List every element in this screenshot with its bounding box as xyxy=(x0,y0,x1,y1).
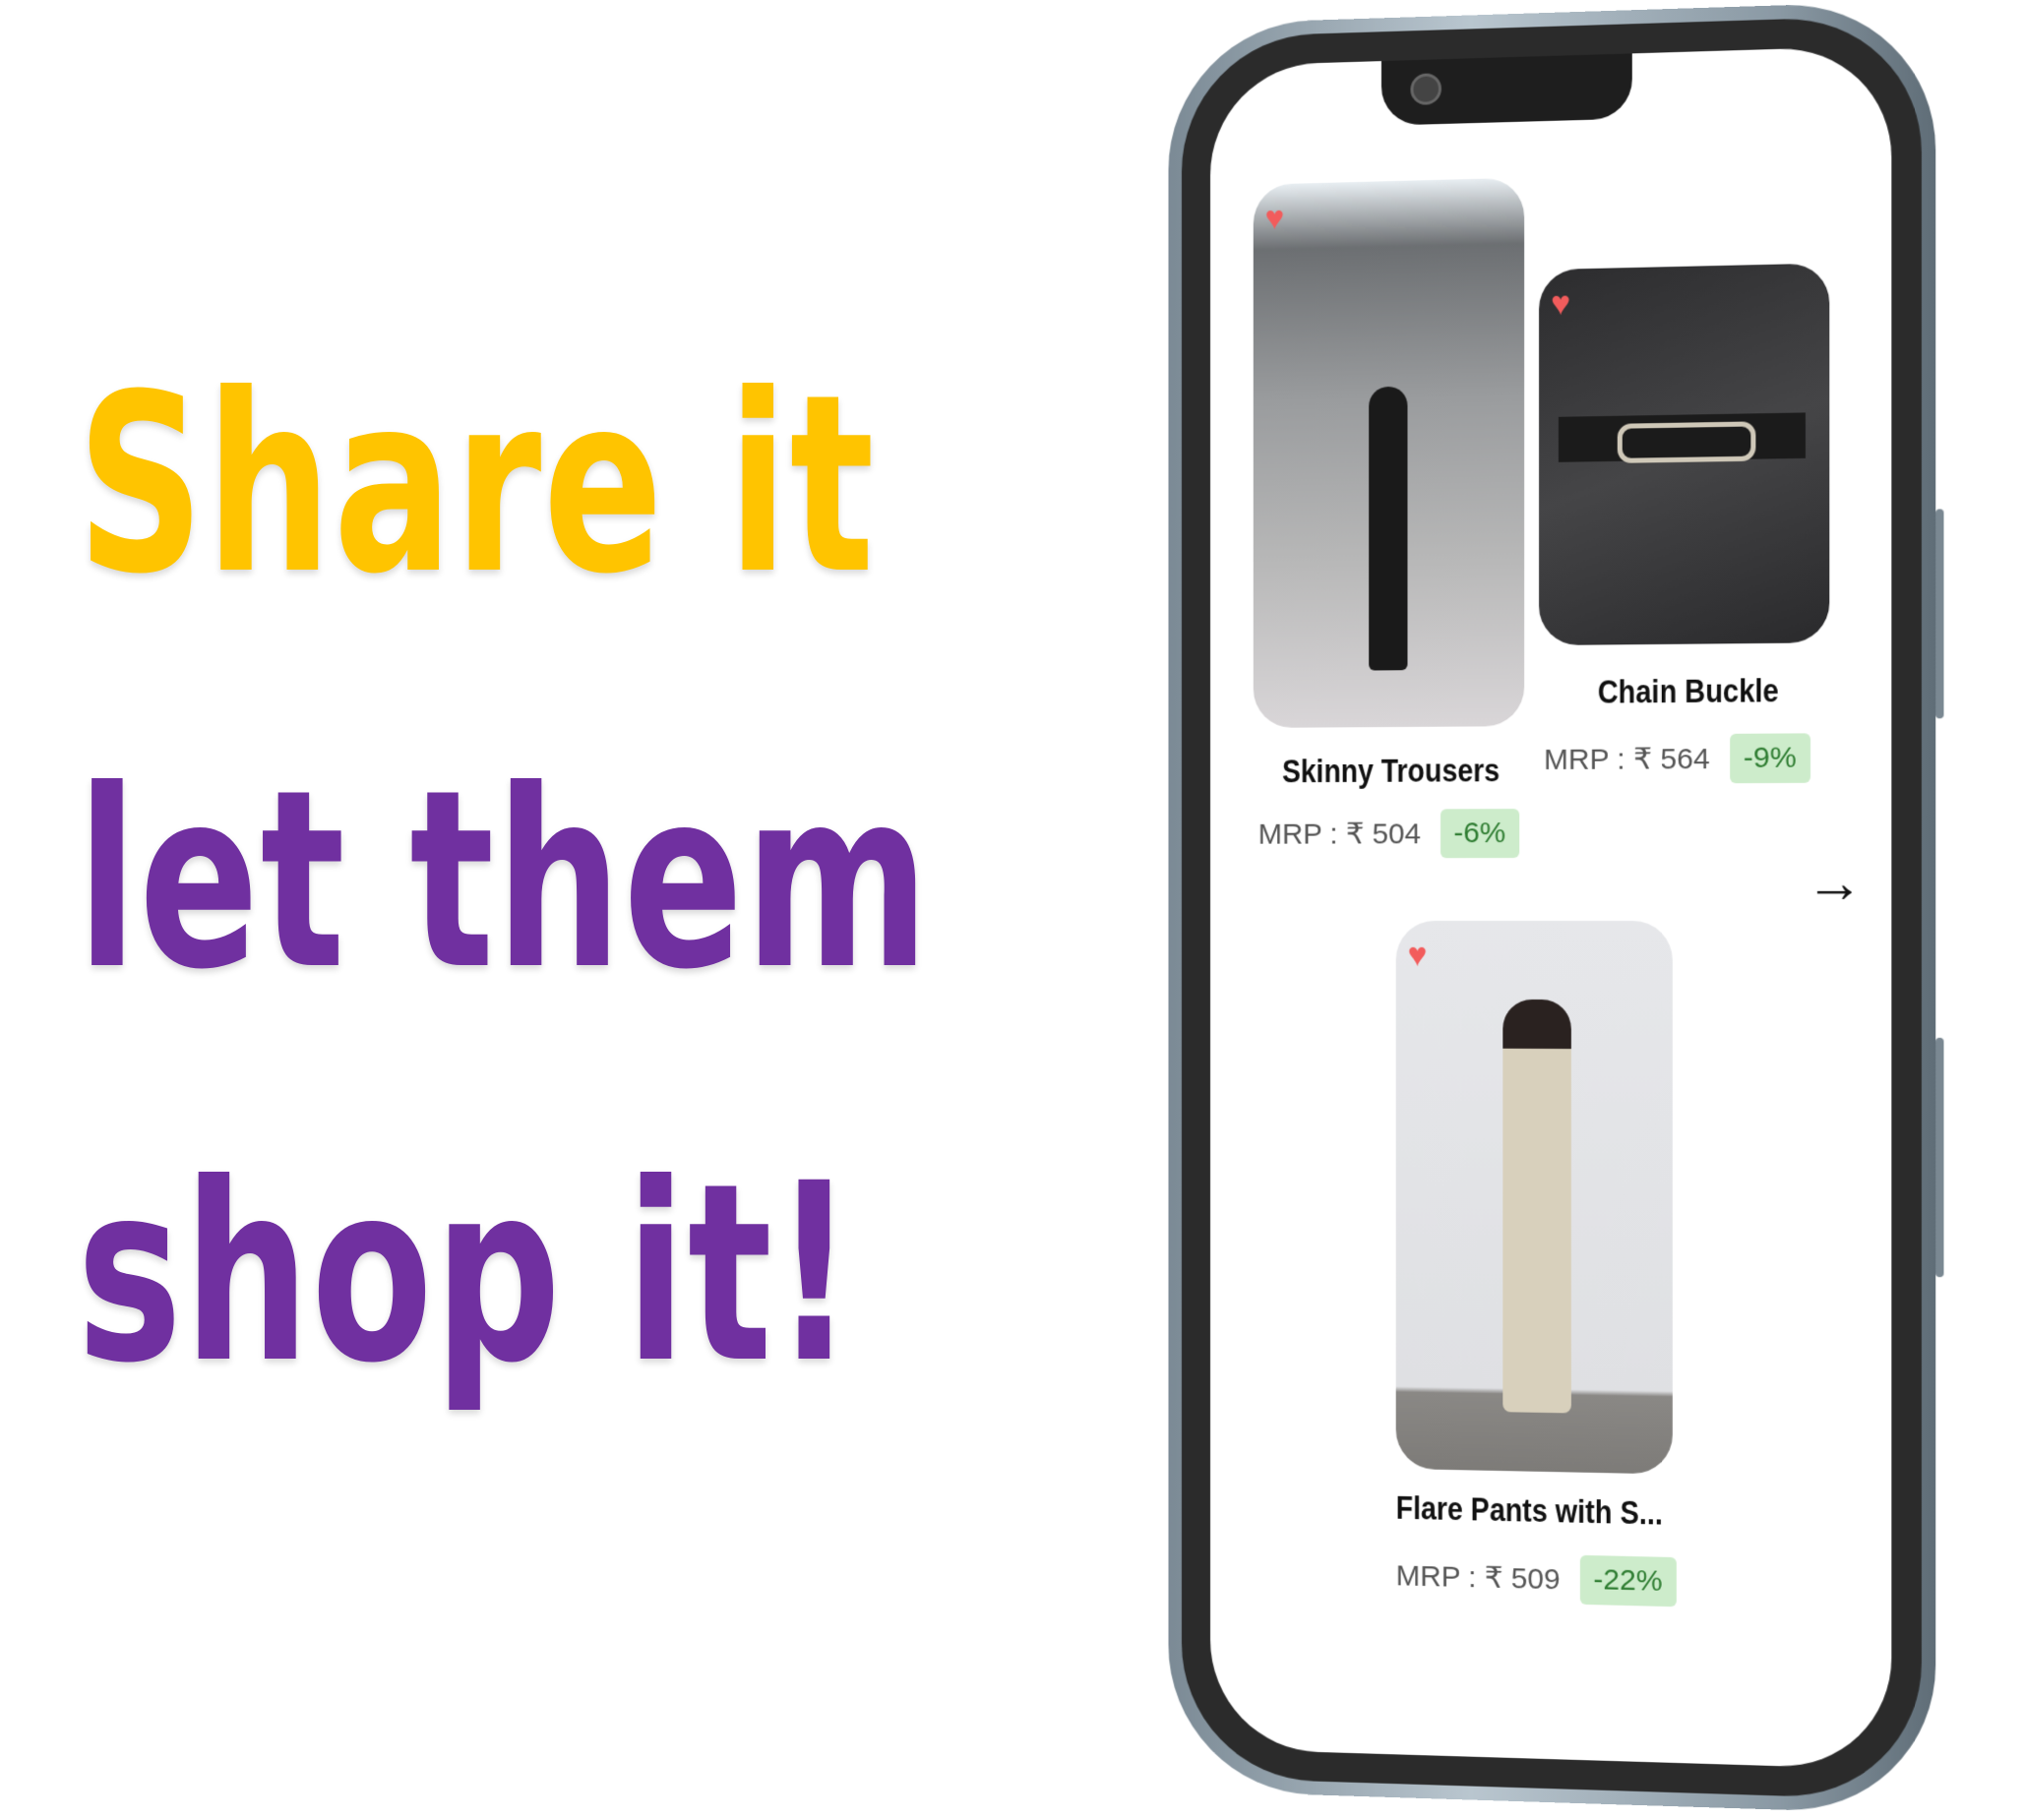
product-title[interactable]: Flare Pants with S... xyxy=(1396,1489,1663,1534)
product-title[interactable]: Skinny Trousers xyxy=(1282,752,1500,791)
product-price-row: MRP : ₹ 509 -22% xyxy=(1395,1550,1677,1608)
product-image-flare-pants[interactable]: ♥ xyxy=(1395,920,1673,1475)
product-title[interactable]: Chain Buckle xyxy=(1598,672,1779,712)
heart-icon[interactable]: ♥ xyxy=(1407,937,1427,974)
product-price-row: MRP : ₹ 564 -9% xyxy=(1544,733,1810,784)
product-image-skinny-trousers[interactable]: ♥ xyxy=(1253,177,1525,728)
side-button xyxy=(1935,1037,1944,1278)
heart-icon[interactable]: ♥ xyxy=(1551,284,1570,322)
slogan-line-3: shop it! xyxy=(77,1130,856,1417)
phone-mockup: ♥ Skinny Trousers MRP : ₹ 504 -6% ♥ Chai… xyxy=(1168,0,1944,1815)
discount-badge: -22% xyxy=(1579,1554,1677,1608)
model-figure xyxy=(1502,999,1571,1414)
phone-screen: ♥ Skinny Trousers MRP : ₹ 504 -6% ♥ Chai… xyxy=(1210,45,1892,1770)
notch xyxy=(1380,53,1632,126)
side-button xyxy=(1935,509,1944,719)
product-price: MRP : ₹ 509 xyxy=(1395,1558,1561,1596)
discount-badge: -6% xyxy=(1440,809,1520,859)
product-price-row: MRP : ₹ 504 -6% xyxy=(1257,809,1520,859)
discount-badge: -9% xyxy=(1729,733,1810,784)
product-price: MRP : ₹ 504 xyxy=(1257,817,1421,851)
camera-icon xyxy=(1410,73,1441,105)
product-image-chain-buckle[interactable]: ♥ xyxy=(1539,263,1830,646)
heart-icon[interactable]: ♥ xyxy=(1264,200,1284,237)
product-price: MRP : ₹ 564 xyxy=(1544,742,1710,776)
belt xyxy=(1558,412,1806,463)
phone-bezel: ♥ Skinny Trousers MRP : ₹ 504 -6% ♥ Chai… xyxy=(1181,15,1922,1800)
slogan-line-1: Share it xyxy=(77,341,877,628)
slogan-line-2: let them xyxy=(77,737,931,1023)
arrow-right-icon[interactable]: → xyxy=(1806,850,1864,915)
model-figure xyxy=(1369,386,1408,671)
